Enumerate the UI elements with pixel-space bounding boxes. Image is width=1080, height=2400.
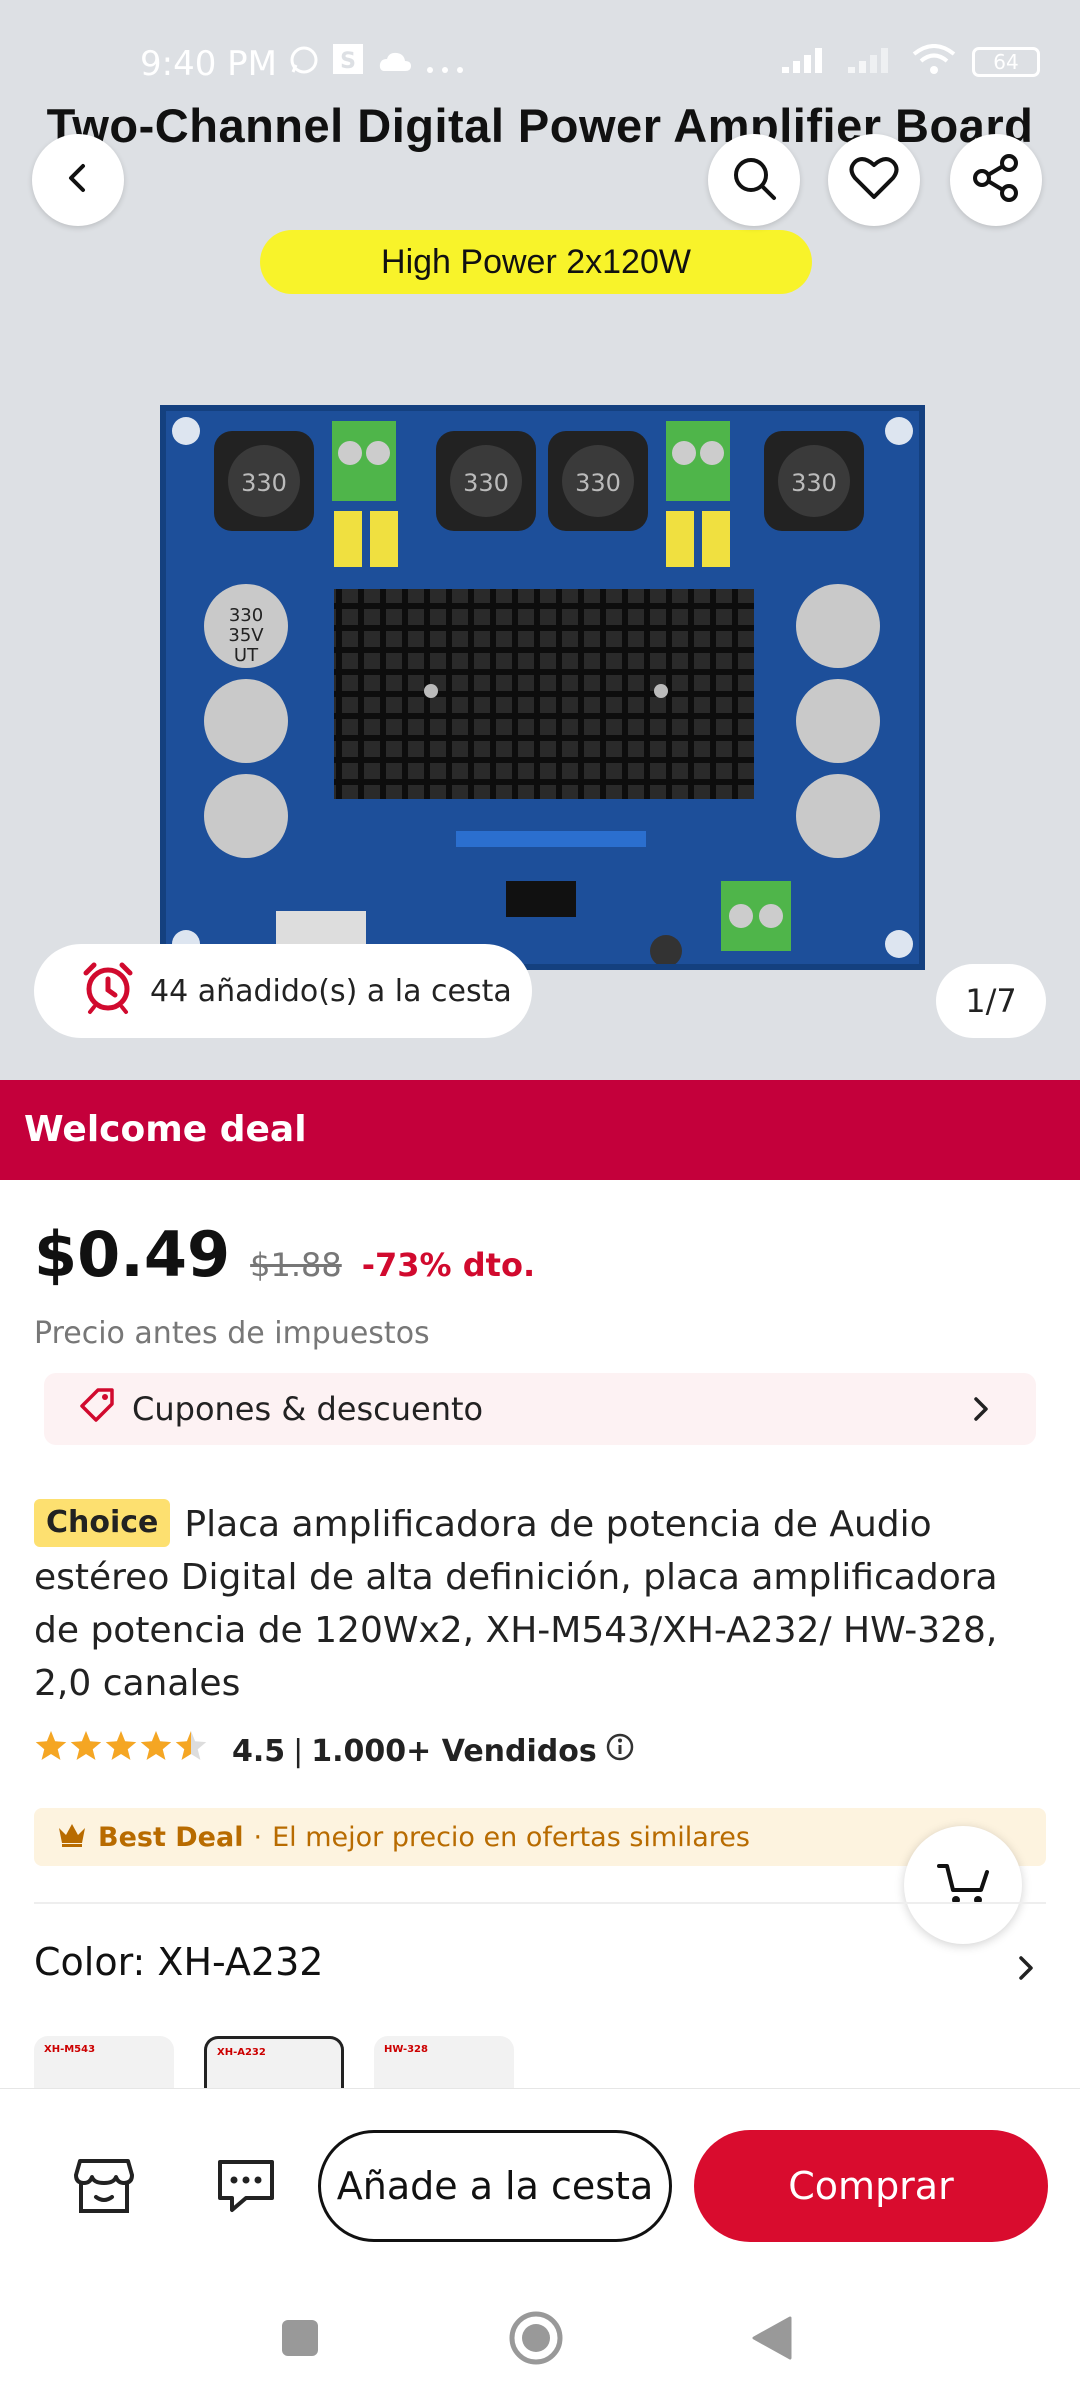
cloud-icon (377, 44, 413, 84)
best-deal-label: Best Deal (98, 1821, 244, 1853)
variant-thumb-hw-328[interactable]: HW-328 (374, 2036, 514, 2096)
tag-icon (78, 1386, 116, 1432)
alarm-clock-icon (80, 959, 136, 1023)
star-filled (105, 1731, 137, 1760)
added-to-cart-pill: 44 añadido(s) a la cesta (34, 944, 532, 1038)
rating-separator: | (293, 1733, 304, 1769)
cart-button[interactable] (904, 1826, 1022, 1944)
share-button[interactable] (950, 134, 1042, 226)
tax-note: Precio antes de impuestos (34, 1316, 430, 1351)
choke-label-2: 330 (463, 469, 509, 497)
rating-value: 4.5 (232, 1733, 286, 1769)
wishlist-button[interactable] (828, 134, 920, 226)
heart-icon (849, 155, 899, 205)
variant-thumb-xh-m543[interactable]: XH-M543 (34, 2036, 174, 2096)
star-filled (35, 1731, 67, 1760)
power-badge: High Power 2x120W (260, 230, 812, 294)
svg-text:S: S (340, 49, 356, 74)
system-nav-bar (0, 2278, 1080, 2400)
back-triangle-icon[interactable] (750, 2314, 794, 2366)
chevron-right-icon (966, 1391, 996, 1435)
variant-thumb-xh-a232[interactable]: XH-A232 (204, 2036, 344, 2096)
amplifier-board-image: 330 330 330 330 330 35V UT (160, 405, 925, 970)
coupons-row[interactable]: Cupones & descuento (44, 1373, 1036, 1445)
app-s-icon: S (331, 42, 365, 85)
search-button[interactable] (708, 134, 800, 226)
recent-apps-icon[interactable] (280, 2318, 320, 2362)
product-title: Choice Placa amplificadora de potencia de… (34, 1498, 1044, 1710)
best-deal-text: El mejor precio en ofertas similares (272, 1821, 750, 1853)
image-counter: 1/7 (936, 964, 1046, 1038)
signal-icon-2 (846, 45, 896, 79)
chat-icon[interactable] (216, 2158, 276, 2218)
store-icon[interactable] (74, 2157, 134, 2219)
chevron-left-icon (58, 158, 98, 202)
cap-label-1: 330 (229, 605, 263, 626)
battery-level: 64 (993, 50, 1019, 74)
choke-label-3: 330 (575, 469, 621, 497)
whatsapp-icon (289, 44, 319, 84)
back-button[interactable] (32, 134, 124, 226)
coupons-label: Cupones & descuento (132, 1390, 484, 1428)
info-icon[interactable] (605, 1732, 635, 1770)
original-price: $1.88 (250, 1246, 342, 1284)
battery-icon: 64 (972, 47, 1040, 77)
price-row: $0.49 $1.88 -73% dto. (34, 1218, 535, 1291)
buy-now-button[interactable]: Comprar (694, 2130, 1048, 2242)
share-icon (971, 153, 1021, 207)
welcome-deal-banner: Welcome deal (0, 1080, 1080, 1180)
status-bar-left: 9:40 PM S (140, 42, 465, 85)
star-filled (140, 1731, 172, 1760)
choke-label-1: 330 (241, 469, 287, 497)
best-deal-banner: Best Deal · El mejor precio en ofertas s… (34, 1808, 1046, 1866)
sold-count: 1.000+ Vendidos (311, 1733, 597, 1769)
star-rating-icon (34, 1730, 210, 1772)
home-icon[interactable] (508, 2310, 564, 2370)
choice-badge: Choice (34, 1499, 171, 1547)
discount-label: -73% dto. (361, 1246, 536, 1284)
wifi-icon (912, 44, 956, 80)
status-time: 9:40 PM (140, 43, 277, 84)
rating-row[interactable]: 4.5 | 1.000+ Vendidos (34, 1730, 635, 1772)
crown-icon (56, 1820, 88, 1855)
search-icon (729, 153, 779, 207)
current-price: $0.49 (34, 1218, 231, 1291)
product-title-text: Placa amplificadora de potencia de Audio… (34, 1504, 998, 1704)
variant-thumb-label: XH-M543 (44, 2044, 96, 2055)
best-deal-dot: · (253, 1821, 263, 1853)
star-filled (70, 1731, 102, 1760)
cap-label-3: UT (234, 645, 259, 666)
section-divider (34, 1902, 1046, 1904)
hero-title: Two-Channel Digital Power Amplifier Boar… (46, 99, 1034, 152)
added-count-text: 44 añadido(s) a la cesta (150, 973, 512, 1009)
more-dots-icon (425, 44, 465, 84)
variant-thumb-label: HW-328 (384, 2044, 428, 2055)
status-bar-right: 64 (780, 44, 1040, 80)
add-to-cart-button[interactable]: Añade a la cesta (318, 2130, 672, 2242)
color-selector[interactable]: Color: XH-A232 (34, 1940, 323, 1984)
cap-label-2: 35V (228, 625, 264, 646)
product-image-gallery[interactable]: 9:40 PM S 64 Two-Channel Digital Power A… (0, 0, 1080, 1080)
board-graphic: 330 330 330 330 330 35V UT (172, 417, 913, 967)
signal-icon (780, 45, 830, 79)
color-chevron-right-icon[interactable] (1012, 1950, 1040, 1990)
choke-label-4: 330 (791, 469, 837, 497)
variant-thumb-label: XH-A232 (217, 2047, 266, 2058)
